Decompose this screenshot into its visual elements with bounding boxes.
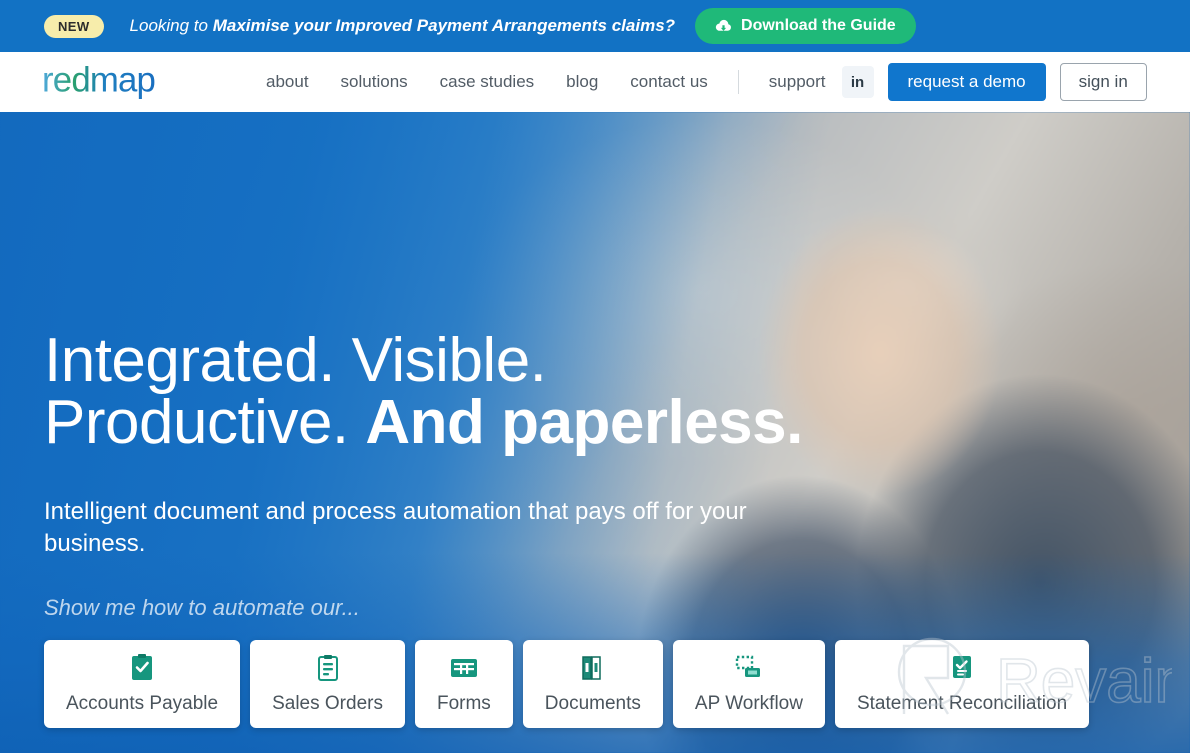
new-badge: NEW: [44, 14, 104, 38]
hero-subheading: Intelligent document and process automat…: [44, 498, 747, 557]
nav-item-support[interactable]: support: [753, 72, 842, 92]
promo-message-bold: Maximise your Improved Payment Arrangeme…: [212, 16, 676, 35]
statement-check-icon: [950, 653, 974, 683]
card-label: Forms: [436, 693, 491, 714]
card-statement-reconciliation[interactable]: Statement Reconciliation: [834, 640, 1090, 728]
promo-message-lead: Looking to: [129, 16, 213, 35]
nav-item-case-studies[interactable]: case studies: [424, 72, 551, 92]
download-guide-label: Download the Guide: [741, 17, 896, 34]
card-sales-orders[interactable]: Sales Orders: [250, 640, 405, 728]
promo-banner: NEW Looking to Maximise your Improved Pa…: [0, 0, 1190, 52]
headline-line-2-light: Productive.: [44, 388, 366, 457]
headline-line-1: Integrated. Visible.: [44, 326, 547, 395]
sign-in-button[interactable]: sign in: [1059, 63, 1147, 101]
nav-item-blog[interactable]: blog: [550, 72, 614, 92]
promo-message: Looking to Maximise your Improved Paymen…: [130, 16, 676, 36]
download-guide-button[interactable]: Download the Guide: [695, 8, 916, 44]
card-label: Sales Orders: [272, 693, 383, 714]
request-demo-button[interactable]: request a demo: [887, 63, 1046, 101]
card-label: Documents: [544, 693, 641, 714]
hero-prompt-text: Show me how to automate our...: [44, 595, 360, 621]
card-label: Accounts Payable: [66, 693, 219, 714]
cloud-download-icon: [715, 19, 732, 33]
nav-item-contact-us[interactable]: contact us: [614, 72, 724, 92]
card-accounts-payable[interactable]: Accounts Payable: [44, 640, 241, 728]
card-forms[interactable]: Forms: [414, 640, 513, 728]
page-title: Integrated. Visible. Productive. And pap…: [44, 330, 1146, 454]
card-label: Statement Reconciliation: [856, 693, 1068, 714]
linkedin-icon[interactable]: in: [841, 66, 874, 98]
card-documents[interactable]: Documents: [522, 640, 663, 728]
nav-divider: [737, 70, 739, 94]
binders-icon: [580, 653, 606, 683]
hero-content: Integrated. Visible. Productive. And pap…: [0, 330, 1190, 621]
card-label: AP Workflow: [694, 693, 803, 714]
workflow-icon: [734, 653, 764, 683]
clipboard-lines-icon: [315, 653, 341, 683]
nav-item-about[interactable]: about: [250, 72, 325, 92]
card-ap-workflow[interactable]: AP Workflow: [672, 640, 825, 728]
main-navbar: redmap about solutions case studies blog…: [0, 52, 1190, 112]
redmap-logo[interactable]: redmap: [42, 61, 200, 103]
nav-links: about solutions case studies blog contac…: [250, 70, 842, 94]
solution-cards: Accounts Payable Sales Orders Forms Docu…: [44, 640, 1090, 728]
form-grid-icon: [449, 653, 479, 683]
headline-line-2-bold: And paperless.: [365, 388, 803, 457]
nav-actions: in request a demo sign in: [841, 63, 1147, 101]
nav-item-solutions[interactable]: solutions: [325, 72, 424, 92]
clipboard-check-icon: [129, 653, 155, 683]
svg-text:redmap: redmap: [42, 61, 155, 99]
